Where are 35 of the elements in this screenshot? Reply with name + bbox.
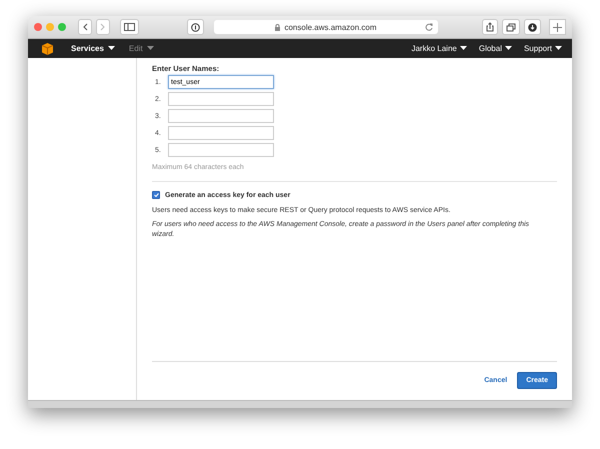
back-button[interactable] bbox=[78, 19, 92, 35]
name-field[interactable] bbox=[168, 143, 274, 157]
name-field[interactable] bbox=[168, 109, 274, 123]
share-icon bbox=[486, 22, 494, 32]
cube-icon[interactable] bbox=[42, 42, 53, 54]
tabs-button[interactable] bbox=[502, 19, 520, 35]
tabs-icon bbox=[506, 22, 516, 32]
share-button[interactable] bbox=[482, 19, 498, 35]
nav-menu[interactable]: Global bbox=[478, 44, 512, 53]
caret-icon bbox=[504, 46, 512, 51]
name-field[interactable] bbox=[168, 126, 274, 140]
nav-menu[interactable]: Jarkko Laine bbox=[411, 44, 467, 53]
back-icon bbox=[82, 23, 88, 31]
info-icon bbox=[191, 22, 200, 32]
sidebar-icon bbox=[124, 23, 135, 31]
name-field[interactable] bbox=[168, 92, 274, 106]
plus-icon bbox=[553, 22, 562, 32]
lock-icon bbox=[275, 24, 280, 30]
download-icon bbox=[528, 22, 537, 32]
sidebar-button[interactable] bbox=[120, 19, 139, 35]
url-text: console.aws.amazon.com bbox=[284, 22, 377, 32]
reload-icon[interactable] bbox=[425, 23, 433, 31]
address-bar[interactable]: console.aws.amazon.com bbox=[214, 20, 438, 34]
nav-menu[interactable]: Services bbox=[71, 44, 115, 53]
checkbox[interactable] bbox=[152, 191, 160, 199]
caret-icon bbox=[108, 46, 115, 51]
nav-menu[interactable]: Support bbox=[524, 44, 562, 53]
download-button[interactable] bbox=[524, 19, 541, 35]
caret-icon bbox=[555, 46, 562, 51]
new-tab-button[interactable] bbox=[549, 19, 566, 35]
caret-icon bbox=[146, 46, 154, 51]
close-button[interactable] bbox=[34, 23, 42, 31]
caret-icon bbox=[460, 46, 467, 51]
forward-icon bbox=[100, 23, 106, 31]
info-button[interactable] bbox=[187, 19, 204, 35]
